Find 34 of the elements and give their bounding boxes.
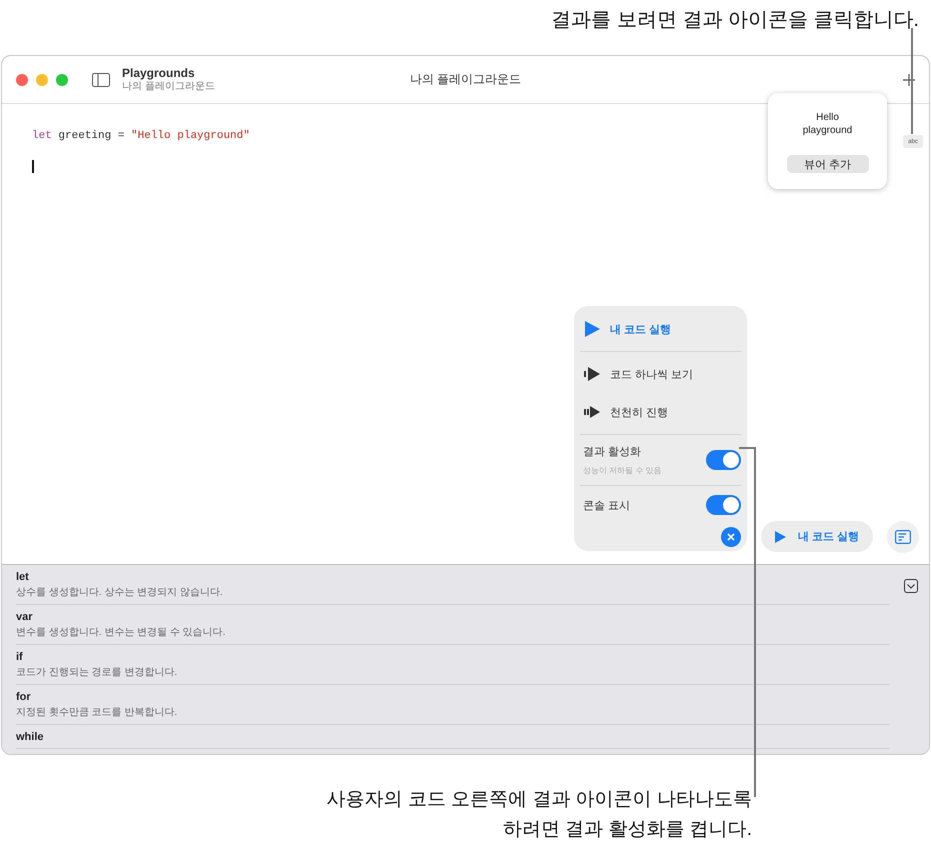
document-icon [895, 530, 911, 544]
slow-play-icon [584, 406, 600, 418]
suggestion-item[interactable]: let 상수를 생성합니다. 상수는 변경되지 않습니다. [16, 565, 890, 605]
suggestion-item[interactable]: if 코드가 진행되는 경로를 변경합니다. [16, 645, 890, 685]
step-icon [584, 367, 600, 381]
text-cursor [32, 160, 34, 173]
sidebar-icon[interactable] [92, 72, 110, 86]
zoom-button[interactable] [56, 74, 68, 86]
add-icon[interactable] [903, 74, 915, 86]
toggle-switch[interactable] [706, 495, 741, 515]
app-subtitle: 나의 플레이그라운드 [122, 80, 215, 94]
suggestion-item[interactable]: while [16, 725, 890, 749]
toggle-switch[interactable] [706, 450, 741, 470]
app-name: Playgrounds [122, 66, 196, 80]
suggestion-item[interactable]: var 변수를 생성합니다. 변수는 변경될 수 있습니다. [16, 605, 890, 645]
add-viewer-button[interactable]: 뷰어 추가 [786, 155, 868, 173]
suggestion-item[interactable]: for 지정된 횟수만큼 코드를 반복합니다. [16, 685, 890, 725]
callout-text: 결과를 보려면 결과 아이콘을 클릭합니다. [551, 8, 919, 33]
play-icon [584, 321, 600, 337]
toggle-label: 콘솔 표시 [583, 498, 630, 512]
menu-item[interactable]: 천천히 진행 [580, 393, 741, 431]
result-value: Hello playground [802, 111, 854, 137]
close-button[interactable] [721, 527, 741, 547]
close-button[interactable] [16, 74, 28, 86]
menu-item[interactable]: 코드 하나씩 보기 [580, 355, 741, 393]
toggle-label: 결과 활성화 [583, 445, 642, 459]
document-button[interactable] [887, 521, 919, 553]
callout-text: 사용자의 코드 오른쪽에 결과 아이콘이 나타나도록 하려면 결과 활성화를 켭니다. [326, 788, 752, 842]
chevron-down-icon[interactable] [904, 579, 918, 593]
toggle-note: 성능이 저하될 수 있음 [583, 465, 662, 476]
close-icon [727, 533, 735, 541]
play-icon [774, 530, 786, 542]
window-title: 나의 플레이그라운드 [410, 71, 522, 88]
code-line: let greeting = "Hello playground" [32, 130, 250, 142]
